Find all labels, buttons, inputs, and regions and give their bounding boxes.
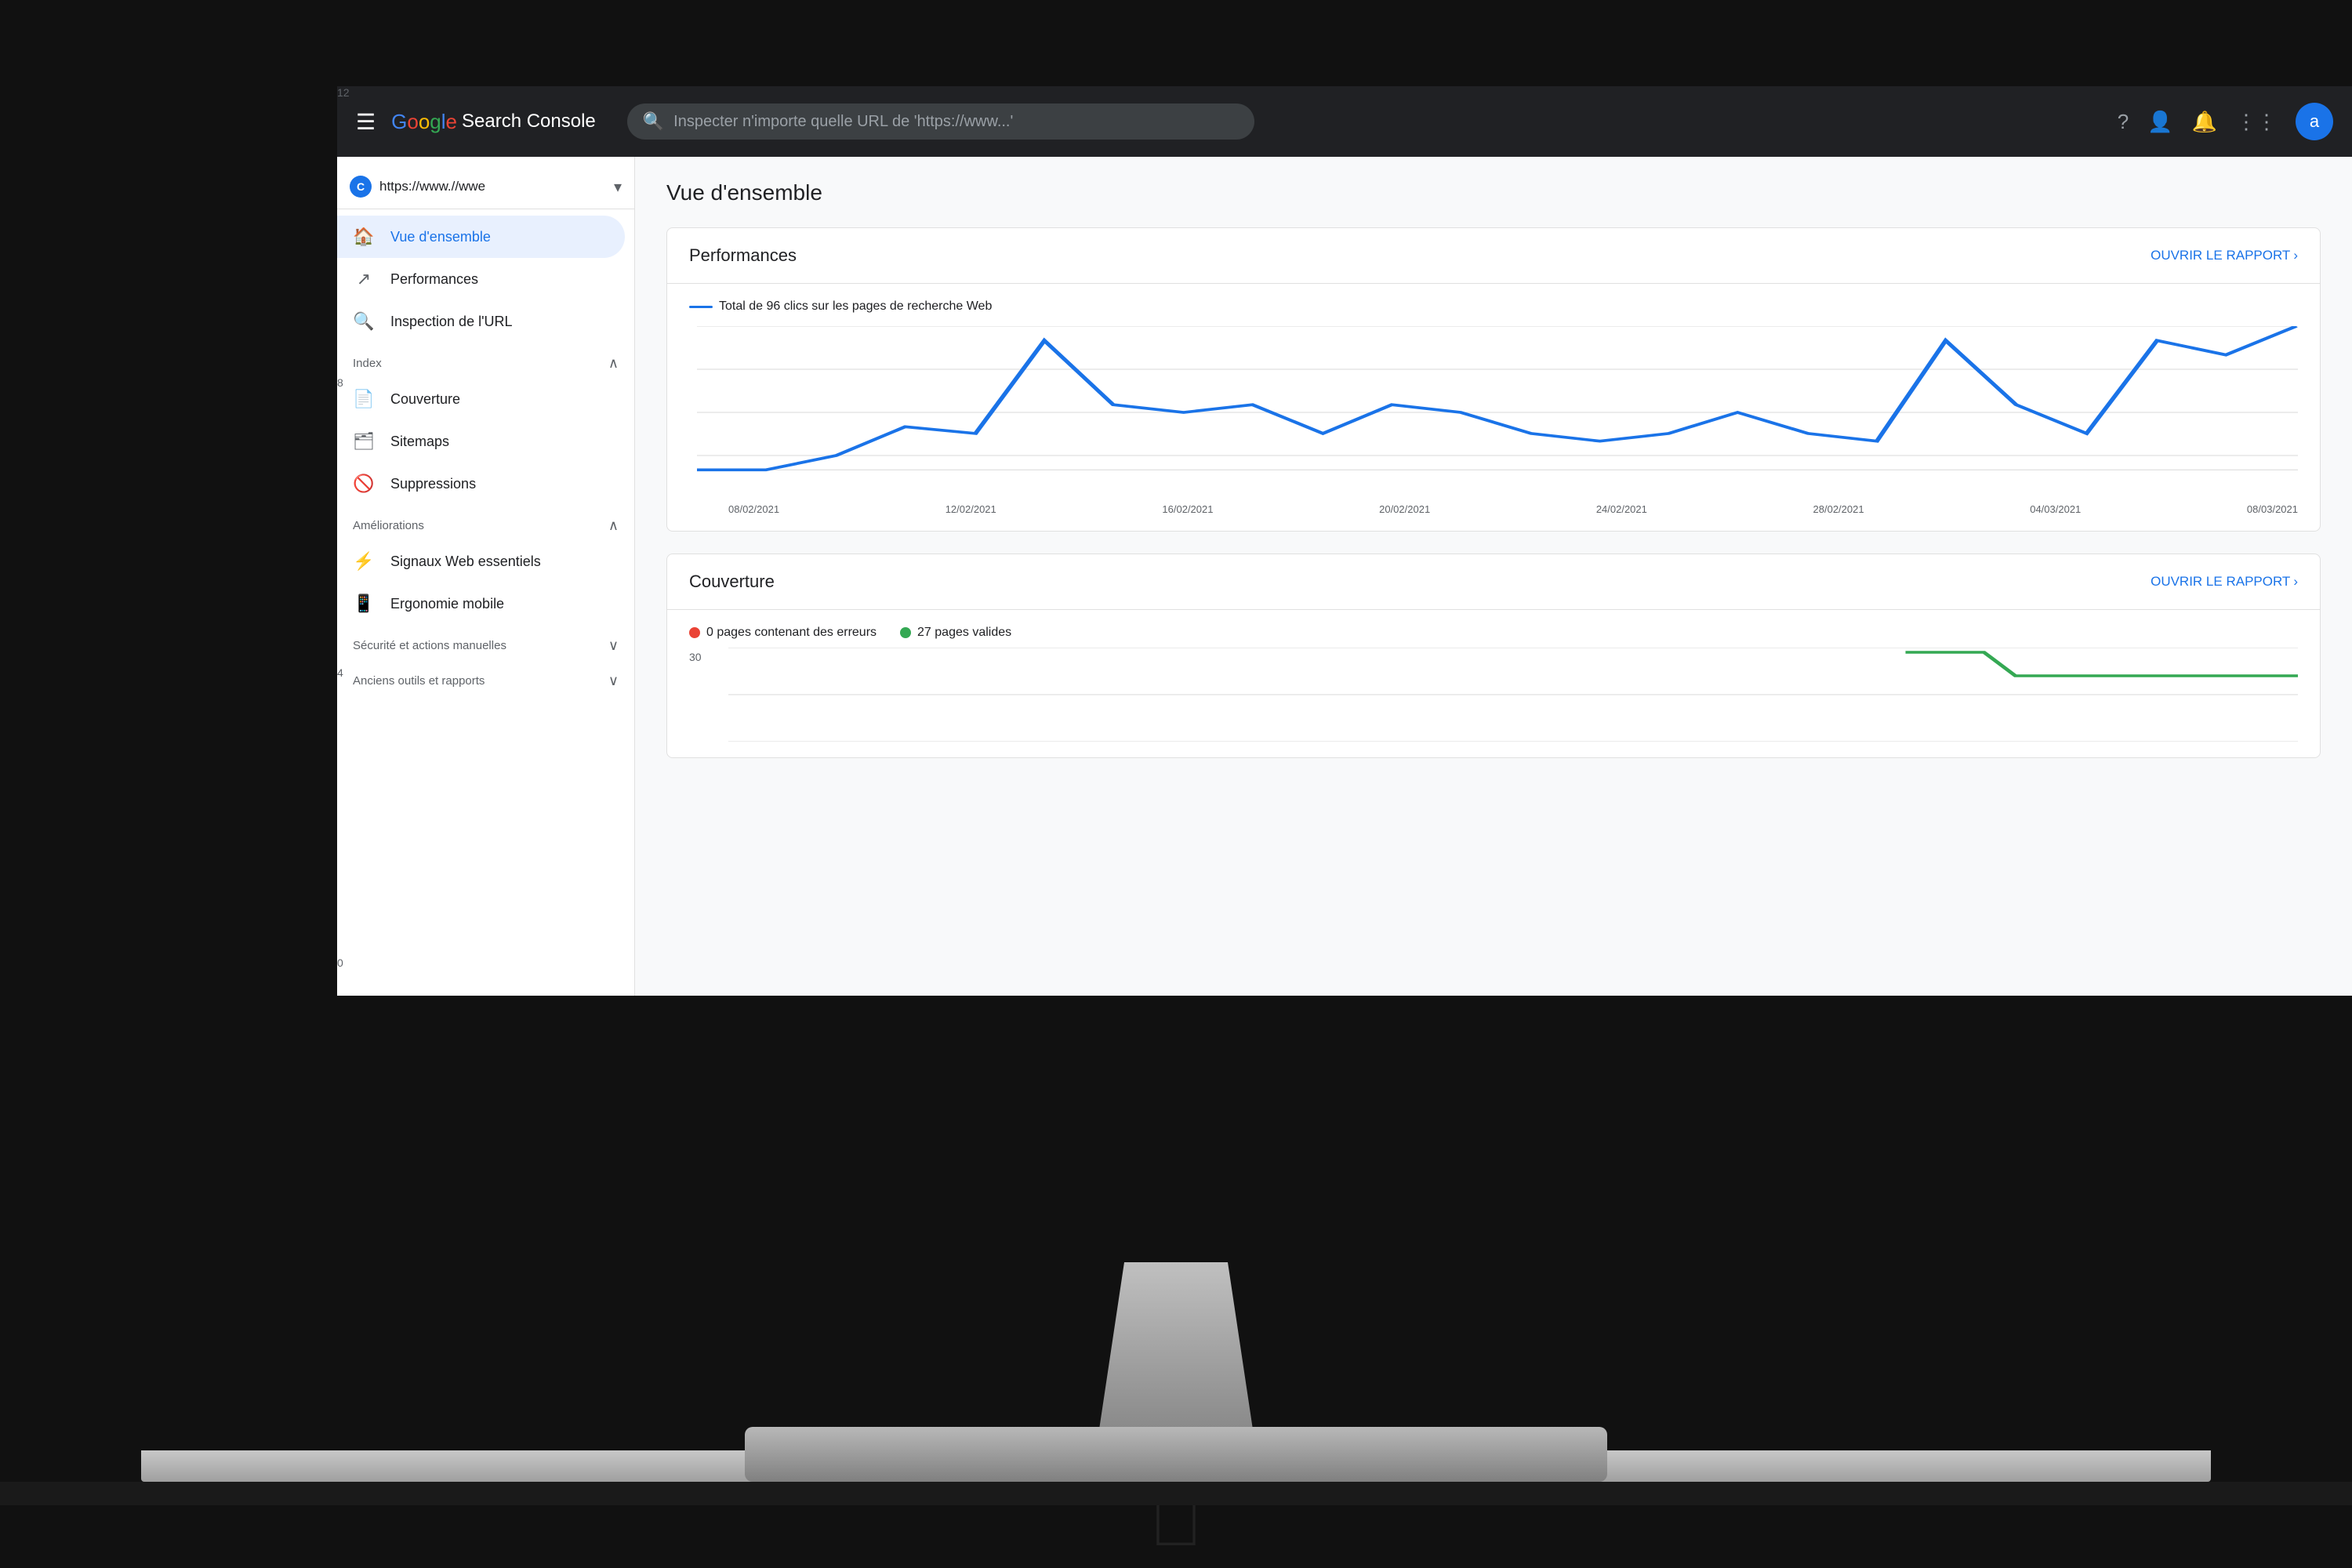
page-title: Vue d'ensemble	[666, 180, 2321, 205]
sidebar-item-url-inspection[interactable]: 🔍 Inspection de l'URL	[337, 300, 625, 343]
desk-surface	[0, 1482, 2352, 1505]
coverage-valid-label: 27 pages valides	[917, 626, 1011, 640]
section-ameliorations-label: Améliorations	[353, 519, 424, 532]
sidebar-section-legacy: Anciens outils et rapports ∨	[337, 660, 634, 695]
search-bar[interactable]: 🔍 Inspecter n'importe quelle URL de 'htt…	[627, 103, 1254, 140]
property-selector[interactable]: C https://www.//wwe ▾	[337, 165, 634, 209]
section-legacy-label: Anciens outils et rapports	[353, 674, 485, 688]
performances-legend: Total de 96 clics sur les pages de reche…	[689, 299, 2298, 314]
performances-chart	[697, 326, 2298, 499]
section-legacy-chevron[interactable]: ∨	[608, 673, 619, 689]
app-window: ☰ Google Search Console 🔍 Inspecter n'im…	[337, 86, 2352, 996]
sidebar-label-sitemaps: Sitemaps	[390, 434, 449, 450]
coverage-card-body: 0 pages contenant des erreurs 27 pages v…	[667, 610, 2320, 757]
section-security-chevron[interactable]: ∨	[608, 637, 619, 654]
sidebar-item-removals[interactable]: 🚫 Suppressions	[337, 463, 625, 505]
property-icon: C	[350, 176, 372, 198]
sidebar: C https://www.//wwe ▾ 🏠 Vue d'ensemble ↗…	[337, 157, 635, 996]
performances-legend-line	[689, 306, 713, 308]
topbar-right: ? 👤 🔔 ⋮⋮ a	[2118, 103, 2333, 140]
coverage-chart	[728, 648, 2298, 742]
coverage-card: Couverture OUVRIR LE RAPPORT › 0 pages c…	[666, 554, 2321, 758]
sidebar-item-mobile[interactable]: 📱 Ergonomie mobile	[337, 583, 625, 625]
coverage-card-title: Couverture	[689, 572, 775, 592]
search-placeholder-text: Inspecter n'importe quelle URL de 'https…	[673, 113, 1013, 131]
sidebar-label-removals: Suppressions	[390, 476, 476, 492]
notifications-icon[interactable]: 🔔	[2192, 110, 2217, 134]
web-vitals-icon: ⚡	[353, 551, 375, 572]
main-content: Vue d'ensemble Performances OUVRIR LE RA…	[635, 157, 2352, 996]
section-ameliorations-chevron[interactable]: ∧	[608, 517, 619, 534]
sidebar-section-ameliorations: Améliorations ∧	[337, 505, 634, 540]
topbar: ☰ Google Search Console 🔍 Inspecter n'im…	[337, 86, 2352, 157]
valid-legend-dot	[900, 627, 911, 638]
coverage-open-report-link[interactable]: OUVRIR LE RAPPORT ›	[2151, 574, 2298, 590]
sidebar-item-sitemaps[interactable]: 🗂 Sitemaps	[337, 420, 625, 463]
google-logo-text: Google	[391, 110, 457, 134]
sidebar-section-index: Index ∧	[337, 343, 634, 378]
sidebar-label-performances: Performances	[390, 271, 478, 288]
error-legend-dot	[689, 627, 700, 638]
sidebar-section-security: Sécurité et actions manuelles ∨	[337, 625, 634, 660]
performances-card-header: Performances OUVRIR LE RAPPORT ›	[667, 228, 2320, 284]
coverage-icon: 📄	[353, 389, 375, 409]
sidebar-item-performances[interactable]: ↗ Performances	[337, 258, 625, 300]
section-index-label: Index	[353, 357, 382, 370]
search-icon: 🔍	[643, 111, 664, 132]
trend-icon: ↗	[353, 269, 375, 289]
avatar[interactable]: a	[2296, 103, 2333, 140]
coverage-y-axis: 30	[689, 648, 720, 742]
sidebar-item-web-vitals[interactable]: ⚡ Signaux Web essentiels	[337, 540, 625, 583]
property-dropdown-icon: ▾	[614, 177, 622, 197]
sidebar-label-mobile: Ergonomie mobile	[390, 596, 504, 612]
coverage-chart-line	[1906, 652, 2299, 676]
performances-legend-item: Total de 96 clics sur les pages de reche…	[689, 299, 992, 314]
x-axis-labels: 08/02/2021 12/02/2021 16/02/2021 20/02/2…	[697, 499, 2298, 515]
mobile-icon: 📱	[353, 593, 375, 614]
property-url: https://www.//wwe	[379, 179, 606, 194]
apps-icon[interactable]: ⋮⋮	[2236, 110, 2277, 134]
sidebar-item-overview[interactable]: 🏠 Vue d'ensemble	[337, 216, 625, 258]
removals-icon: 🚫	[353, 474, 375, 494]
coverage-legend: 0 pages contenant des erreurs 27 pages v…	[689, 626, 2298, 640]
section-security-label: Sécurité et actions manuelles	[353, 639, 506, 652]
search-console-logo-text: Search Console	[462, 111, 596, 132]
performances-chart-line	[697, 326, 2296, 470]
performances-card: Performances OUVRIR LE RAPPORT › Total d…	[666, 227, 2321, 532]
coverage-card-header: Couverture OUVRIR LE RAPPORT ›	[667, 554, 2320, 610]
hamburger-icon[interactable]: ☰	[356, 109, 376, 135]
performances-open-report-link[interactable]: OUVRIR LE RAPPORT ›	[2151, 248, 2298, 263]
coverage-chevron-right-icon: ›	[2293, 574, 2298, 590]
coverage-legend-valid: 27 pages valides	[900, 626, 1011, 640]
coverage-chart-svg	[728, 648, 2298, 742]
body-area: C https://www.//wwe ▾ 🏠 Vue d'ensemble ↗…	[337, 157, 2352, 996]
monitor-stand-base	[745, 1427, 1607, 1482]
section-index-chevron[interactable]: ∧	[608, 355, 619, 372]
sidebar-label-url-inspection: Inspection de l'URL	[390, 314, 513, 330]
coverage-error-label: 0 pages contenant des erreurs	[706, 626, 877, 640]
sitemaps-icon: 🗂	[353, 431, 375, 452]
coverage-legend-error: 0 pages contenant des erreurs	[689, 626, 877, 640]
performances-card-body: Total de 96 clics sur les pages de reche…	[667, 284, 2320, 531]
performances-legend-label: Total de 96 clics sur les pages de reche…	[719, 299, 992, 314]
performances-card-title: Performances	[689, 245, 797, 266]
help-icon[interactable]: ?	[2118, 110, 2129, 134]
sidebar-label-web-vitals: Signaux Web essentiels	[390, 554, 541, 570]
sidebar-label-coverage: Couverture	[390, 391, 460, 408]
sidebar-item-coverage[interactable]: 📄 Couverture	[337, 378, 625, 420]
home-icon: 🏠	[353, 227, 375, 247]
logo-area: Google Search Console	[391, 110, 596, 134]
chevron-right-icon: ›	[2293, 248, 2298, 263]
inspect-icon: 🔍	[353, 311, 375, 332]
monitor-stand-neck	[1090, 1262, 1262, 1435]
imac-body: 	[0, 980, 2352, 1568]
performances-chart-svg	[697, 326, 2298, 499]
accounts-icon[interactable]: 👤	[2147, 110, 2172, 134]
sidebar-label-overview: Vue d'ensemble	[390, 229, 491, 245]
